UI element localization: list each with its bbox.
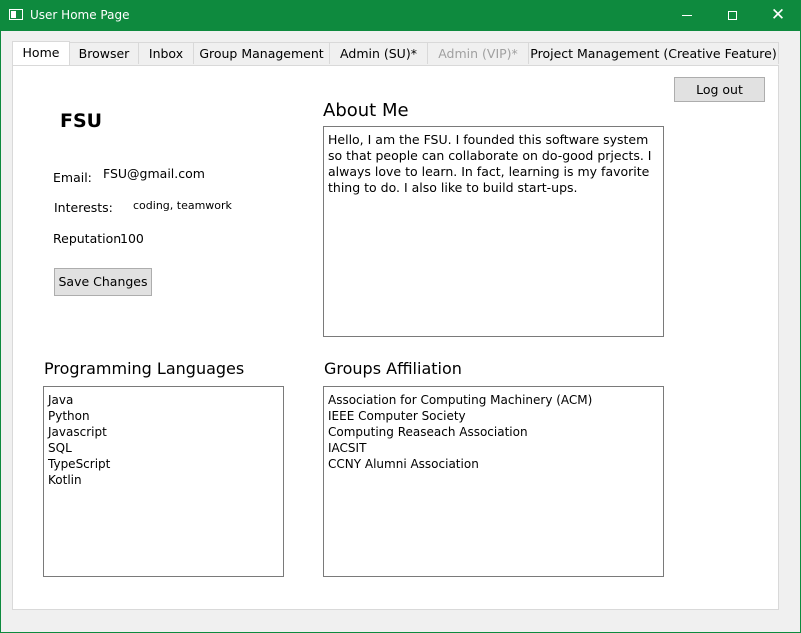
interests-label: Interests:	[54, 200, 113, 215]
list-item[interactable]: CCNY Alumni Association	[328, 456, 659, 472]
app-window-icon	[9, 9, 23, 20]
groups-affiliation-list[interactable]: Association for Computing Machinery (ACM…	[323, 386, 664, 577]
about-text-editor[interactable]: Hello, I am the FSU. I founded this soft…	[323, 126, 664, 337]
list-item[interactable]: Javascript	[48, 424, 279, 440]
tab-browser[interactable]: Browser	[69, 42, 139, 64]
save-changes-button[interactable]: Save Changes	[54, 268, 152, 296]
close-icon: ✕	[770, 5, 786, 25]
maximize-button[interactable]	[709, 0, 755, 31]
maximize-icon	[727, 11, 737, 20]
list-item[interactable]: Computing Reaseach Association	[328, 424, 659, 440]
about-heading: About Me	[323, 100, 409, 121]
tab-project-management[interactable]: Project Management (Creative Feature)	[528, 42, 779, 64]
minimize-icon	[682, 15, 692, 16]
list-item[interactable]: IEEE Computer Society	[328, 408, 659, 424]
close-button[interactable]: ✕	[755, 0, 801, 31]
window-border-left	[0, 31, 1, 633]
list-item[interactable]: SQL	[48, 440, 279, 456]
minimize-button[interactable]	[664, 0, 710, 31]
tab-inbox[interactable]: Inbox	[138, 42, 194, 64]
tab-group-management[interactable]: Group Management	[193, 42, 330, 64]
tab-admin-su[interactable]: Admin (SU)*	[329, 42, 428, 64]
profile-username: FSU	[60, 110, 103, 132]
list-item[interactable]: Association for Computing Machinery (ACM…	[328, 392, 659, 408]
logout-button[interactable]: Log out	[674, 77, 765, 102]
reputation-value: 100	[120, 231, 144, 246]
list-item[interactable]: Kotlin	[48, 472, 279, 488]
reputation-label: Reputation	[53, 231, 122, 246]
list-item[interactable]: Java	[48, 392, 279, 408]
window-title: User Home Page	[30, 8, 130, 22]
email-label: Email:	[53, 170, 92, 185]
list-item[interactable]: Python	[48, 408, 279, 424]
interests-value: coding, teamwork	[133, 199, 232, 212]
title-bar: User Home Page ✕	[0, 0, 801, 31]
groups-affiliation-heading: Groups Affiliation	[324, 359, 462, 378]
programming-languages-heading: Programming Languages	[44, 359, 245, 378]
list-item[interactable]: IACSIT	[328, 440, 659, 456]
programming-languages-list[interactable]: Java Python Javascript SQL TypeScript Ko…	[43, 386, 284, 577]
tab-home[interactable]: Home	[12, 41, 70, 65]
list-item[interactable]: TypeScript	[48, 456, 279, 472]
email-value: FSU@gmail.com	[103, 166, 205, 181]
tab-admin-vip: Admin (VIP)*	[427, 42, 529, 64]
